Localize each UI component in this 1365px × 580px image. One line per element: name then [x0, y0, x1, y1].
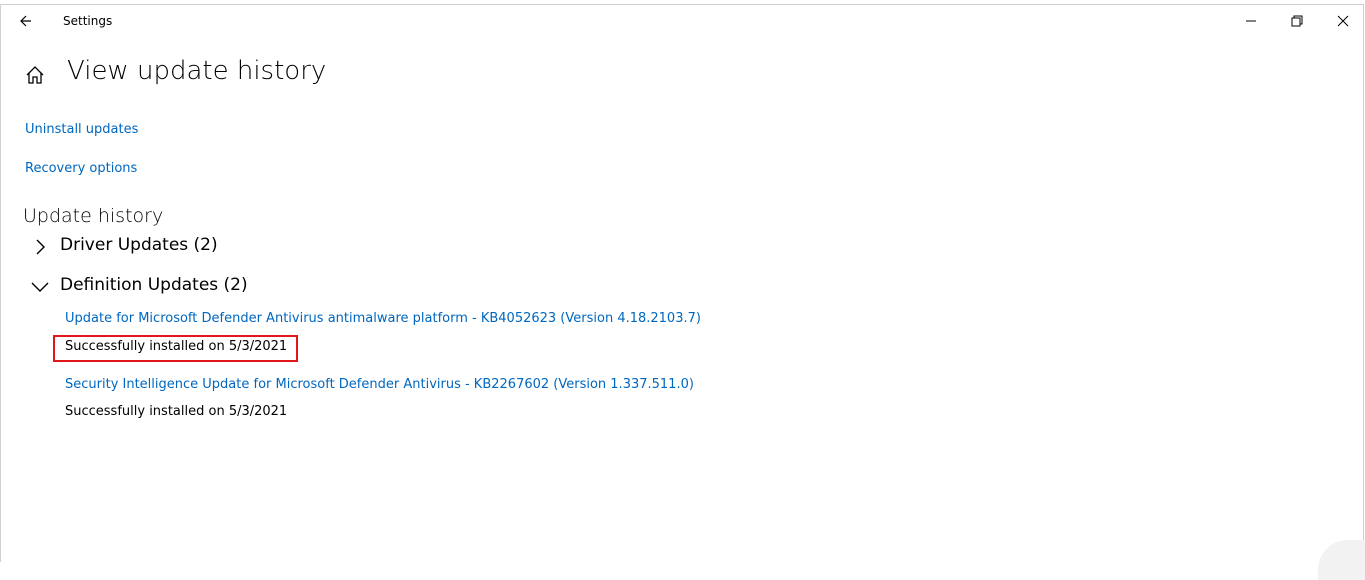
title-bar: Settings — [1, 5, 1363, 37]
update-history-heading: Update history — [23, 205, 164, 227]
chevron-down-icon — [31, 282, 49, 292]
close-icon — [1337, 15, 1349, 27]
back-arrow-icon — [20, 15, 31, 27]
definition-updates-label: Definition Updates (2) — [60, 275, 248, 295]
minimize-icon — [1246, 20, 1256, 22]
home-button[interactable] — [24, 64, 46, 86]
update-item-link[interactable]: Update for Microsoft Defender Antivirus … — [65, 311, 701, 326]
driver-updates-label: Driver Updates (2) — [60, 235, 218, 255]
close-button[interactable] — [1320, 5, 1365, 37]
recovery-options-link[interactable]: Recovery options — [25, 161, 137, 176]
minimize-button[interactable] — [1228, 5, 1274, 37]
uninstall-updates-link[interactable]: Uninstall updates — [25, 122, 138, 137]
page-title: View update history — [67, 56, 327, 86]
app-title: Settings — [63, 14, 113, 28]
update-item-link[interactable]: Security Intelligence Update for Microso… — [65, 377, 694, 392]
chevron-right-icon — [36, 239, 45, 255]
home-icon — [26, 66, 44, 84]
update-item-status: Successfully installed on 5/3/2021 — [65, 404, 288, 419]
back-button[interactable] — [15, 9, 39, 33]
update-item-status: Successfully installed on 5/3/2021 — [65, 339, 288, 354]
restore-button[interactable] — [1274, 5, 1320, 37]
restore-icon — [1291, 15, 1303, 27]
